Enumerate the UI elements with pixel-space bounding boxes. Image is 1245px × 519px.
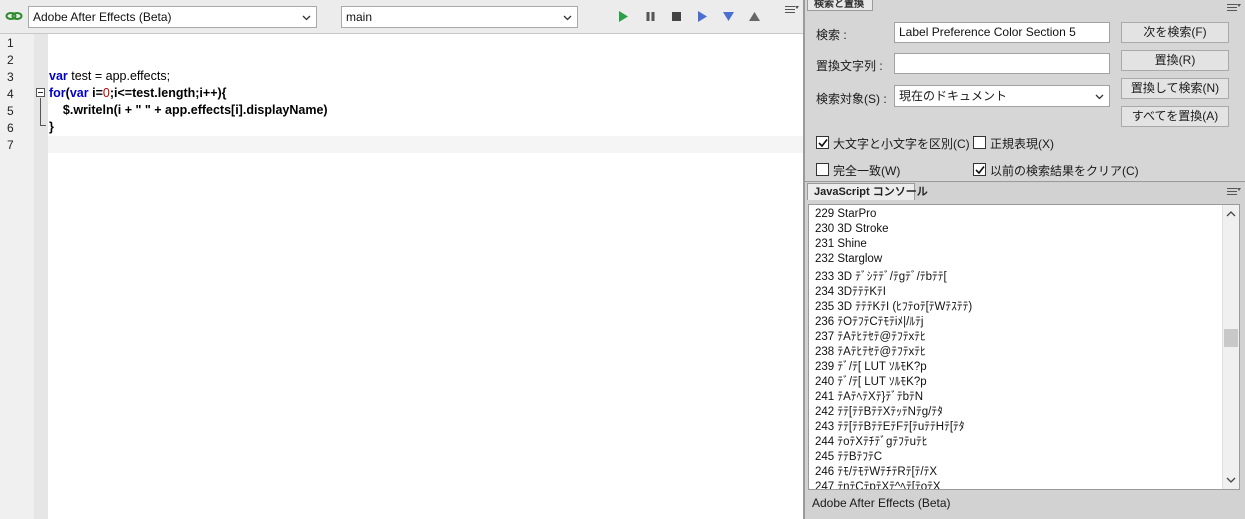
- case-sensitive-checkbox[interactable]: 大文字と小文字を区別(C): [816, 135, 976, 151]
- step-over-icon[interactable]: [696, 10, 709, 23]
- checkbox-box[interactable]: [816, 136, 829, 149]
- replace-button[interactable]: 置換(R): [1121, 50, 1229, 71]
- line-number-gutter: [0, 34, 34, 519]
- console-line: 230 3D Stroke: [815, 223, 889, 235]
- checkmark-icon: [818, 139, 828, 148]
- whole-word-checkbox[interactable]: 完全一致(W): [816, 162, 916, 178]
- console-line: 241 ﾃAﾃﾍﾃXﾃ}ﾃﾞﾃbﾃN: [815, 391, 924, 403]
- code-keyword: var: [49, 69, 68, 83]
- function-select[interactable]: main: [341, 6, 578, 28]
- console-line: 232 Starglow: [815, 253, 883, 265]
- scroll-down-icon[interactable]: [1226, 476, 1236, 484]
- replace-and-find-button[interactable]: 置換して検索(N): [1121, 78, 1229, 99]
- stop-icon[interactable]: [670, 10, 683, 23]
- console-line: 239 ﾃﾞ/ﾃ[ LUT ｿﾙﾓK?p: [815, 361, 927, 373]
- checkmark-icon: [975, 166, 985, 175]
- code-text: i=: [88, 86, 103, 100]
- console-line: 231 Shine: [815, 238, 867, 250]
- console-line: 229 StarPro: [815, 208, 877, 220]
- scope-value: 現在のドキュメント: [899, 89, 1008, 103]
- code-line-3: var test = app.effects;: [49, 69, 170, 83]
- panel-menu-icon[interactable]: [785, 4, 799, 16]
- replace-all-button[interactable]: すべてを置換(A): [1121, 106, 1229, 127]
- console-line: 244 ﾃoﾃXﾃﾁﾃﾞgﾃﾌﾃuﾃﾋ: [815, 436, 928, 448]
- code-line-5: $.writeln(i + " " + app.effects[i].displ…: [49, 103, 328, 117]
- tab-javascript-console[interactable]: JavaScript コンソール: [807, 183, 928, 200]
- clear-previous-results-label: 以前の検索結果をクリア(C): [990, 164, 1139, 178]
- console-line: 235 3D ﾃﾃﾃKﾃI (ﾋﾌﾃoﾃ[ﾃWﾃｽﾃﾃ): [815, 301, 973, 313]
- regex-label: 正規表現(X): [990, 137, 1054, 151]
- fold-toggle-icon[interactable]: [36, 88, 45, 97]
- run-icon[interactable]: [617, 10, 630, 23]
- checkbox-box[interactable]: [973, 163, 986, 176]
- line-number: 7: [7, 138, 14, 152]
- search-label: 検索 :: [816, 28, 847, 42]
- code-line-4: for(var i=0;i<=test.length;i++){: [49, 86, 227, 100]
- code-text: ;i<=test.length;i++){: [109, 86, 227, 100]
- editor-toolbar: Adobe After Effects (Beta) main: [0, 0, 803, 34]
- current-line-highlight: [48, 136, 803, 153]
- console-output[interactable]: 229 StarPro 230 3D Stroke 231 Shine 232 Sta…: [808, 204, 1240, 490]
- console-line: 247 ﾃnﾃCﾃpﾃXﾃ^ﾍﾃ[ﾃoﾃX: [815, 481, 941, 490]
- console-line: 234 3DﾃﾃﾃKﾃI: [815, 286, 886, 298]
- console-line: 236 ﾃOﾃﾌﾃCﾃﾓﾃiﾒ|/ﾙﾃj: [815, 316, 924, 328]
- code-number: 0: [102, 86, 110, 100]
- whole-word-label: 完全一致(W): [833, 164, 901, 178]
- target-application-value: Adobe After Effects (Beta): [33, 10, 172, 24]
- pause-icon[interactable]: [644, 10, 657, 23]
- code-text: test = app.effects;: [67, 69, 171, 83]
- console-line: 240 ﾃﾞ/ﾃ[ LUT ｿﾙﾓK?p: [815, 376, 927, 388]
- fold-margin: [34, 34, 48, 519]
- code-line-6: }: [49, 120, 54, 134]
- console-line: 233 3D ﾃﾞｼﾃﾃﾞ/ﾃgﾃﾞ/ﾃbﾃﾃ[: [815, 271, 947, 283]
- code-keyword: var: [69, 86, 89, 100]
- replace-label: 置換文字列 :: [816, 59, 883, 73]
- line-number: 5: [7, 104, 14, 118]
- fold-guide: [40, 98, 41, 125]
- console-line: 237 ﾃAﾃﾋﾃｾﾃ@ﾃﾌﾃxﾃﾋ: [815, 331, 926, 343]
- step-out-icon[interactable]: [748, 10, 761, 23]
- clear-previous-results-checkbox[interactable]: 以前の検索結果をクリア(C): [973, 162, 1143, 178]
- line-number: 2: [7, 53, 14, 67]
- replace-input[interactable]: [894, 53, 1110, 74]
- function-value: main: [346, 10, 373, 24]
- console-line: 238 ﾃAﾃﾋﾃｾﾃ@ﾃﾌﾃxﾃﾋ: [815, 346, 926, 358]
- search-input[interactable]: Label Preference Color Section 5: [894, 22, 1110, 43]
- script-editor-pane: Adobe After Effects (Beta) main 1 2 3 4 …: [0, 0, 803, 519]
- scrollbar-thumb[interactable]: [1224, 329, 1238, 347]
- console-target-label: Adobe After Effects (Beta): [812, 496, 951, 510]
- console-line: 245 ﾃﾃBﾃﾌﾃC: [815, 451, 883, 463]
- link-icon[interactable]: [5, 10, 23, 22]
- tab-find-replace[interactable]: 検索と置換: [807, 0, 873, 11]
- console-line: 243 ﾃﾃ[ﾃﾃBﾃﾃEﾃFﾃ[ﾃuﾃﾃHﾃ[ﾃﾀ: [815, 421, 965, 433]
- console-scrollbar[interactable]: [1222, 205, 1239, 489]
- regex-checkbox[interactable]: 正規表現(X): [973, 135, 1073, 151]
- panel-menu-icon[interactable]: [1227, 187, 1241, 197]
- javascript-console-panel: JavaScript コンソール 229 StarPro 230 3D Strok…: [805, 183, 1245, 519]
- line-number: 6: [7, 121, 14, 135]
- code-keyword: for: [49, 86, 66, 100]
- console-line: 246 ﾃﾓ/ﾃﾓﾃWﾃﾁﾃRﾃ[ﾃ/ﾃX: [815, 466, 938, 478]
- line-number: 3: [7, 70, 14, 84]
- target-application-select[interactable]: Adobe After Effects (Beta): [28, 6, 317, 28]
- step-into-icon[interactable]: [722, 10, 735, 23]
- case-sensitive-label: 大文字と小文字を区別(C): [833, 137, 970, 151]
- find-next-button[interactable]: 次を検索(F): [1121, 22, 1229, 43]
- line-number: 4: [7, 87, 14, 101]
- checkbox-box[interactable]: [973, 136, 986, 149]
- chevron-down-icon: [563, 15, 572, 21]
- panel-menu-icon[interactable]: [1227, 2, 1241, 14]
- chevron-down-icon: [302, 15, 311, 21]
- chevron-down-icon: [1095, 94, 1104, 100]
- scroll-up-icon[interactable]: [1226, 210, 1236, 218]
- console-line: 242 ﾃﾃ[ﾃﾃBﾃﾃXﾃｯﾃNﾃg/ﾃﾀ: [815, 406, 943, 418]
- line-number: 1: [7, 36, 14, 50]
- scope-select[interactable]: 現在のドキュメント: [894, 85, 1110, 107]
- code-editor[interactable]: 1 2 3 4 5 6 7 var test = app.effects; fo…: [0, 34, 803, 519]
- right-pane: 検索と置換 検索 : Label Preference Color Sectio…: [805, 0, 1245, 519]
- find-replace-panel: 検索と置換 検索 : Label Preference Color Sectio…: [805, 0, 1245, 182]
- fold-guide-end: [40, 125, 46, 126]
- scope-label: 検索対象(S) :: [816, 92, 887, 106]
- checkbox-box[interactable]: [816, 163, 829, 176]
